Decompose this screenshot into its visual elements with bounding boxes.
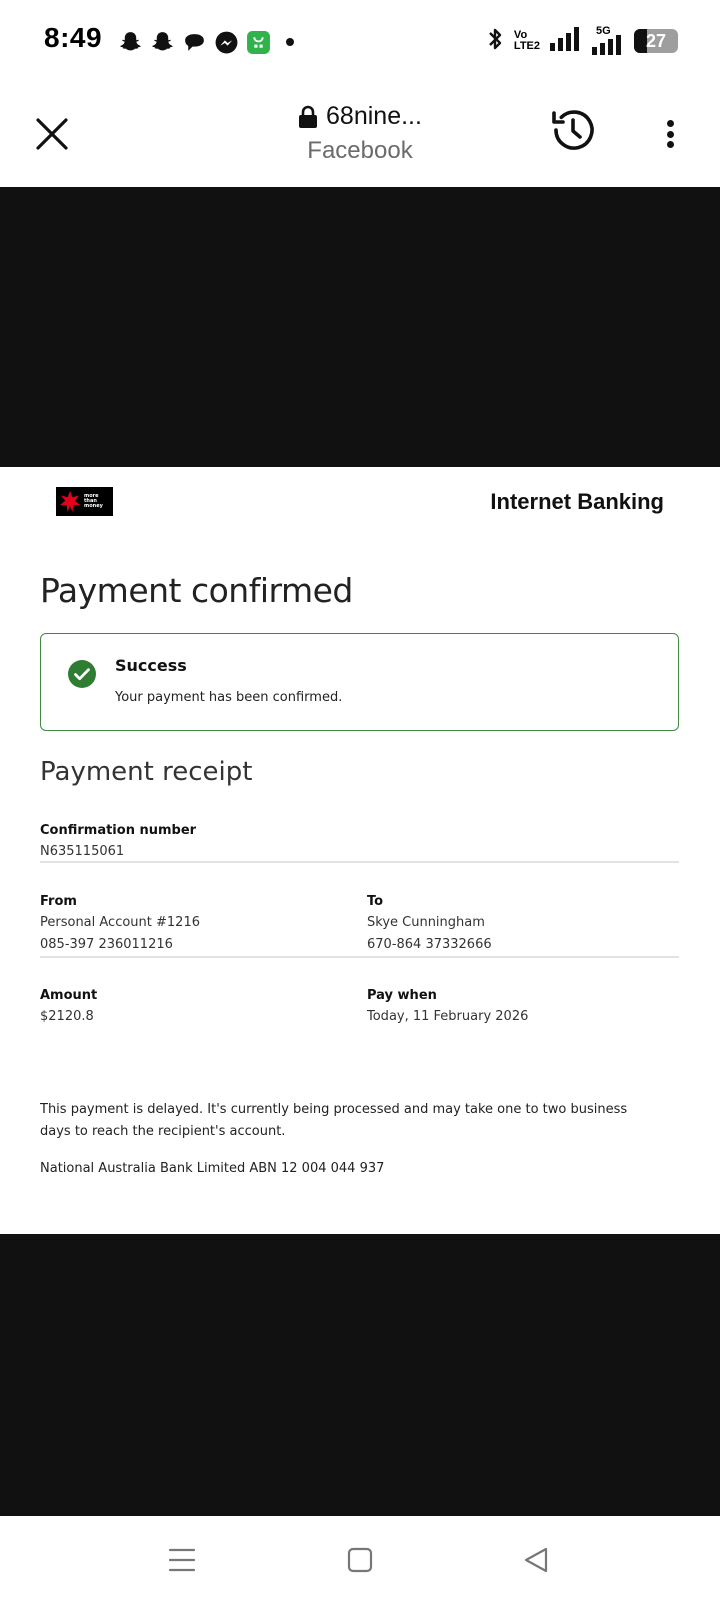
to-payee-name: Skye Cunningham [367,915,485,930]
lock-icon [299,105,318,128]
amount-value: $2120.8 [40,1009,94,1024]
close-icon [36,118,68,150]
pay-when-label: Pay when [367,988,437,1003]
more-notifications-dot [286,38,294,46]
from-account-number: 085-397 236011216 [40,937,173,952]
signal-5g-icon: 5G [590,25,624,55]
status-bar: 8:49 Vo LTE2 5G 27 [0,0,720,84]
back-button[interactable] [514,1538,558,1582]
volte-indicator: Vo LTE2 [514,30,540,52]
nab-logo: more than money [56,487,113,516]
square-icon [347,1547,373,1573]
divider [40,861,679,863]
battery-level: 27 [645,30,667,51]
receipt-page: more than money Internet Banking Payment… [0,467,720,1234]
notification-icons [118,28,294,56]
battery-indicator: 27 [634,29,678,53]
volte-bottom-label: LTE2 [513,40,540,52]
status-time: 8:49 [44,22,103,53]
dot-icon [666,141,674,148]
check-circle-icon [68,660,96,688]
from-account-name: Personal Account #1216 [40,915,200,930]
receipt-title: Payment receipt [40,757,253,787]
header-title: Internet Banking [490,489,664,514]
dot-icon [666,130,674,138]
app-store-icon [246,30,271,55]
bluetooth-icon [486,25,504,58]
success-alert: Success Your payment has been confirmed. [40,633,679,731]
amount-label: Amount [40,988,98,1003]
snapchat-icon [150,30,175,55]
back-triangle-icon [524,1547,548,1573]
signal-icon [550,26,580,56]
url-text: 68nine... [326,102,422,130]
page-title: Payment confirmed [40,571,353,610]
pay-when-value: Today, 11 February 2026 [367,1009,529,1024]
letterbox-bottom [0,1234,720,1516]
letterbox-top [0,187,720,467]
from-label: From [40,894,77,909]
delay-notice: This payment is delayed. It's currently … [40,1102,628,1139]
star-icon [60,490,80,512]
system-nav-bar [0,1516,720,1604]
history-icon [552,110,594,150]
url-area[interactable]: 68nine... Facebook [220,102,500,165]
close-button[interactable] [28,110,76,158]
confirmation-value: N635115061 [40,844,125,859]
dot-icon [666,120,674,127]
logo-text: more than money [84,493,103,509]
more-options-button[interactable] [652,114,688,154]
bank-abn: National Australia Bank Limited ABN 12 0… [40,1161,385,1176]
messenger-icon [214,30,239,55]
to-account-number: 670-864 37332666 [367,937,492,952]
chat-bubble-icon [182,30,207,55]
system-icons: Vo LTE2 5G 27 [486,25,678,58]
alert-title: Success [115,656,187,675]
recents-button[interactable] [160,1538,204,1582]
url-source: Facebook [307,137,413,164]
menu-lines-icon [168,1548,196,1572]
history-button[interactable] [546,104,598,156]
to-label: To [367,894,384,909]
browser-toolbar: 68nine... Facebook [0,84,720,187]
divider [40,956,679,958]
alert-message: Your payment has been confirmed. [115,690,343,705]
home-button[interactable] [338,1538,382,1582]
snapchat-icon [118,30,143,55]
confirmation-label: Confirmation number [40,823,197,838]
